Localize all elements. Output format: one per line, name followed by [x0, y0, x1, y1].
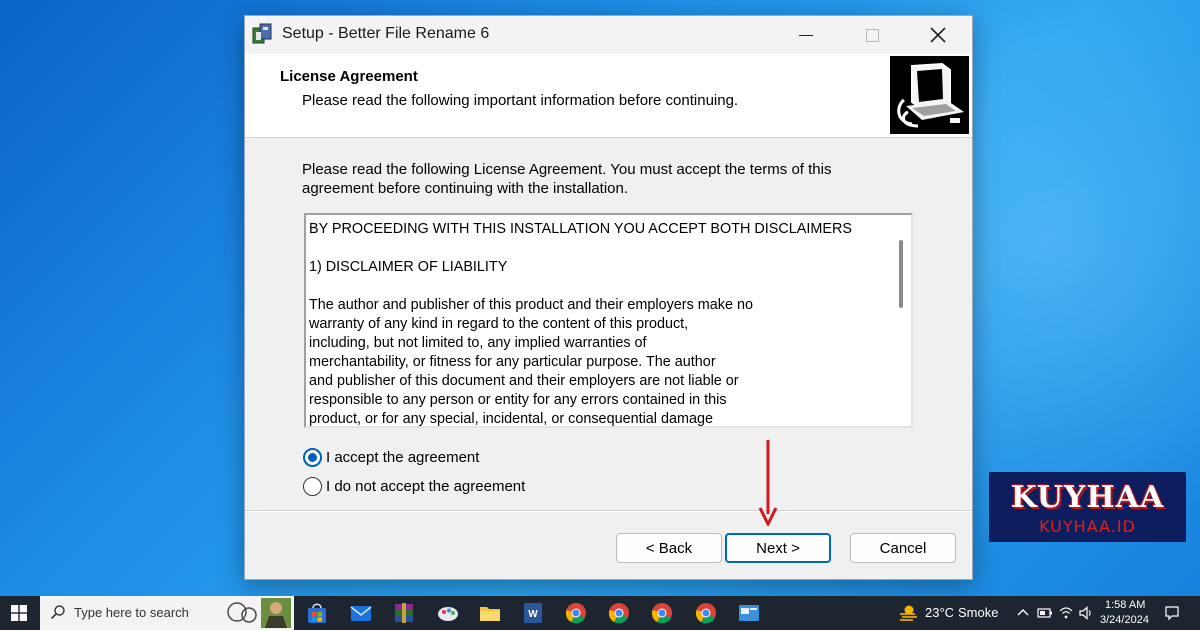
license-text: BY PROCEEDING WITH THIS INSTALLATION YOU…: [309, 221, 852, 427]
search-placeholder: Type here to search: [74, 605, 189, 620]
watermark-brand: KUYHAA: [1010, 480, 1165, 515]
cancel-button[interactable]: Cancel: [850, 533, 956, 563]
setup-window: Setup - Better File Rename 6 License Agr…: [244, 15, 973, 580]
decline-agreement-radio[interactable]: I do not accept the agreement: [303, 477, 525, 496]
minimize-icon: [799, 34, 813, 36]
maximize-icon: [865, 28, 879, 42]
back-button[interactable]: < Back: [616, 533, 722, 563]
decline-agreement-label[interactable]: I do not accept the agreement: [326, 478, 525, 495]
page-subtitle: Please read the following important info…: [302, 92, 739, 109]
search-icon: [50, 605, 65, 620]
setup-computer-icon: [890, 56, 969, 134]
title-bar[interactable]: Setup - Better File Rename 6: [245, 16, 972, 54]
taskbar-search-box[interactable]: Type here to search: [40, 596, 294, 630]
mail-icon[interactable]: [349, 601, 373, 625]
search-highlight-illustration-icon: [227, 598, 291, 628]
radio-unselected-icon[interactable]: [303, 477, 322, 496]
battery-icon[interactable]: [1037, 605, 1053, 621]
maximize-button[interactable]: [839, 16, 905, 54]
notification-icon[interactable]: [1164, 605, 1180, 621]
chrome-icon[interactable]: [607, 601, 631, 625]
windows-logo-icon: [11, 605, 27, 621]
page-title: License Agreement: [280, 68, 418, 85]
installer-icon: [252, 23, 272, 44]
file-explorer-icon[interactable]: [478, 601, 502, 625]
accept-agreement-label[interactable]: I accept the agreement: [326, 449, 479, 466]
red-arrow-annotation-icon: [758, 440, 778, 526]
license-scrollbar[interactable]: [899, 240, 903, 308]
chevron-up-icon[interactable]: [1015, 605, 1031, 621]
watermark-site: KUYHAA.ID: [1039, 517, 1136, 536]
radio-selected-icon[interactable]: [303, 448, 322, 467]
license-textarea[interactable]: BY PROCEEDING WITH THIS INSTALLATION YOU…: [304, 213, 913, 428]
volume-icon[interactable]: [1078, 605, 1094, 621]
chrome-icon[interactable]: [650, 601, 674, 625]
close-button[interactable]: [905, 16, 971, 54]
chrome-icon[interactable]: [564, 601, 588, 625]
close-icon: [930, 27, 946, 43]
next-button[interactable]: Next >: [725, 533, 831, 563]
minimize-button[interactable]: [773, 16, 839, 54]
license-instructions: Please read the following License Agreem…: [302, 161, 832, 197]
window-title: Setup - Better File Rename 6: [282, 25, 490, 42]
kuyhaa-watermark-logo: KUYHAA KUYHAA.ID: [989, 472, 1186, 542]
paint-icon[interactable]: [436, 601, 460, 625]
clock-time[interactable]: 1:58 AM: [1105, 599, 1145, 611]
weather-haze-icon[interactable]: [898, 603, 918, 623]
svg-text:W: W: [528, 609, 538, 620]
wizard-header: License Agreement Please read the follow…: [245, 54, 972, 138]
start-button[interactable]: [0, 596, 38, 630]
setup-icon[interactable]: [737, 601, 761, 625]
wifi-icon[interactable]: [1058, 605, 1074, 621]
store-icon[interactable]: [305, 601, 329, 625]
clock-date[interactable]: 3/24/2024: [1100, 614, 1149, 626]
weather-condition[interactable]: Smoke: [958, 605, 998, 620]
word-icon[interactable]: W: [521, 601, 545, 625]
weather-temperature[interactable]: 23°C: [925, 605, 954, 620]
chrome-icon[interactable]: [694, 601, 718, 625]
footer-divider: [245, 510, 972, 511]
winrar-icon[interactable]: [392, 601, 416, 625]
accept-agreement-radio[interactable]: I accept the agreement: [303, 448, 479, 467]
taskbar: Type here to search W 23°C Smoke 1:58 AM…: [0, 596, 1200, 630]
